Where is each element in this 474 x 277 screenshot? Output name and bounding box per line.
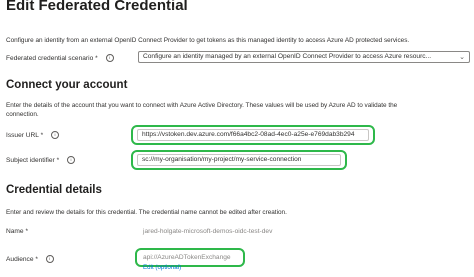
subject-label: Subject identifier * i	[6, 156, 76, 164]
intro-text: Configure an identity from an external O…	[6, 37, 410, 44]
scenario-dropdown[interactable]: Configure an identity managed by an exte…	[138, 51, 470, 63]
info-icon: i	[105, 54, 114, 62]
issuer-url-value: https://vstoken.dev.azure.com/f66a4bc2-0…	[142, 131, 355, 138]
info-icon: i	[67, 156, 76, 164]
info-icon: i	[45, 255, 54, 263]
credential-description: Enter and review the details for this cr…	[6, 209, 287, 216]
edit-audience-link[interactable]: Edit (optional)	[143, 264, 181, 271]
audience-value: api://AzureADTokenExchange	[143, 254, 231, 261]
name-value: jared-holgate-microsoft-demos-oidc-test-…	[143, 228, 273, 235]
connect-section-title: Connect your account	[6, 79, 128, 91]
subject-identifier-value: sc://my-organisation/my-project/my-servi…	[142, 156, 302, 163]
chevron-down-icon: ⌄	[459, 54, 465, 61]
more-options-button[interactable]: ···	[162, 2, 176, 14]
connect-description-line2: connection.	[6, 111, 39, 118]
scenario-selected-value: Configure an identity managed by an exte…	[143, 53, 432, 60]
name-label: Name *	[6, 228, 29, 235]
credential-section-title: Credential details	[6, 184, 102, 196]
page-title: Edit Federated Credential	[6, 0, 188, 14]
audience-label: Audience * i	[6, 255, 54, 263]
connect-description-line1: Enter the details of the account that yo…	[6, 102, 398, 109]
issuer-url-input[interactable]: https://vstoken.dev.azure.com/f66a4bc2-0…	[137, 129, 369, 141]
scenario-label: Federated credential scenario * i	[6, 54, 114, 62]
info-icon: i	[51, 131, 59, 139]
subject-identifier-input[interactable]: sc://my-organisation/my-project/my-servi…	[137, 154, 341, 166]
issuer-label: Issuer URL * i	[6, 131, 59, 139]
